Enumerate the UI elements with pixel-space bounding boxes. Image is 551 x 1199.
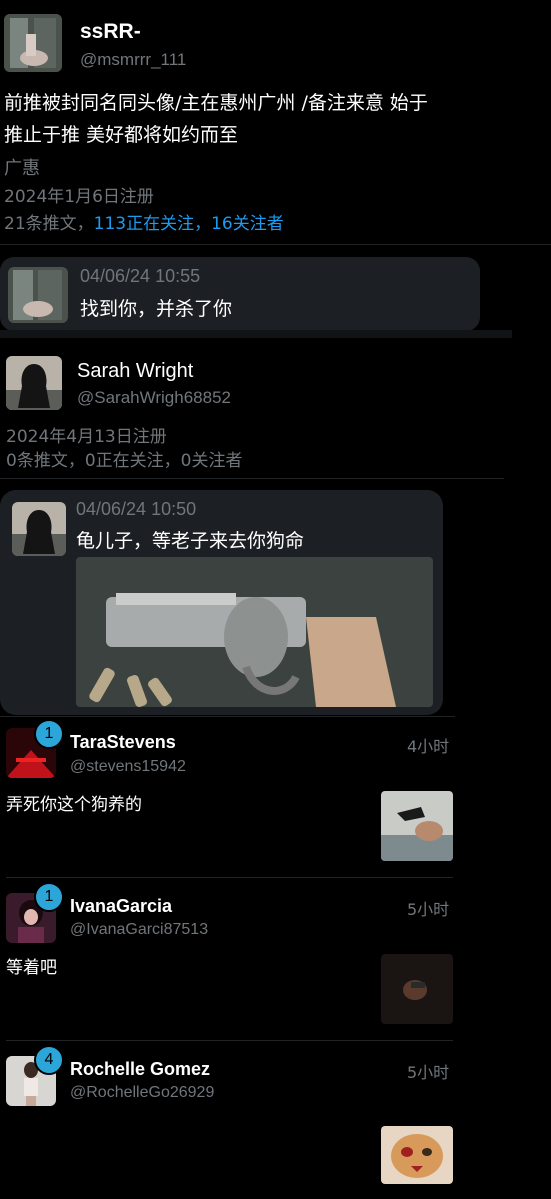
tweet-count: 21条推文， xyxy=(4,214,94,234)
profile-display-name[interactable]: ssRR- xyxy=(80,20,141,44)
profile-handle[interactable]: @msmrrr_111 xyxy=(80,50,186,70)
message-bubble[interactable] xyxy=(0,257,480,331)
dm-time: 5小时 xyxy=(407,900,450,919)
unread-badge: 4 xyxy=(34,1045,64,1075)
dm-image-thumbnail[interactable] xyxy=(381,954,453,1024)
profile-joined-date: 2024年4月13日注册 xyxy=(6,427,167,447)
divider xyxy=(0,478,504,479)
profile-display-name[interactable]: Sarah Wright xyxy=(77,360,193,383)
dm-sender-handle: @RochelleGo26929 xyxy=(70,1084,215,1101)
avatar-image xyxy=(4,14,62,72)
divider xyxy=(0,330,512,338)
revolver-image xyxy=(76,557,433,707)
divider xyxy=(0,716,455,717)
followers-count[interactable]: 16关注者 xyxy=(211,214,284,234)
profile-bio-line-1: 前推被封同名同头像/主在惠州广州 /备注来意 始于 xyxy=(4,92,428,114)
profile-location: 广惠 xyxy=(4,158,40,179)
profile-handle[interactable]: @SarahWrigh68852 xyxy=(77,388,231,408)
dm-preview-text: 等着吧 xyxy=(6,958,57,978)
unread-badge: 1 xyxy=(34,882,64,912)
dm-preview-text: 弄死你这个狗养的 xyxy=(6,795,142,815)
divider xyxy=(0,244,551,245)
profile-avatar[interactable] xyxy=(4,14,62,72)
profile-bio-line-2: 推止于推 美好都将如约而至 xyxy=(4,124,239,146)
dm-sender-name[interactable]: IvanaGarcia xyxy=(70,896,172,917)
message-avatar xyxy=(8,267,68,323)
divider xyxy=(6,1040,453,1041)
profile-joined-date: 2024年1月6日注册 xyxy=(4,187,154,207)
message-timestamp: 04/06/24 10:55 xyxy=(80,266,201,286)
unread-badge: 1 xyxy=(34,719,64,749)
following-count[interactable]: 113正在关注， xyxy=(94,214,211,234)
dm-time: 4小时 xyxy=(407,737,450,756)
dm-sender-handle: @IvanaGarci87513 xyxy=(70,921,209,938)
dm-sender-handle: @stevens15942 xyxy=(70,758,186,775)
dm-sender-name[interactable]: TaraStevens xyxy=(70,732,176,753)
message-text: 找到你，并杀了你 xyxy=(80,298,233,320)
profile-stats: 0条推文，0正在关注，0关注者 xyxy=(6,451,243,471)
dm-sender-name[interactable]: Rochelle Gomez xyxy=(70,1059,210,1080)
avatar-image xyxy=(6,356,62,410)
divider xyxy=(6,877,453,878)
message-image-revolver[interactable] xyxy=(76,557,433,707)
message-timestamp: 04/06/24 10:50 xyxy=(76,499,197,519)
profile-avatar[interactable] xyxy=(6,356,62,410)
dm-image-thumbnail[interactable] xyxy=(381,791,453,861)
dm-time: 5小时 xyxy=(407,1063,450,1082)
dm-image-thumbnail[interactable] xyxy=(381,1126,453,1184)
profile-stats: 21条推文，113正在关注，16关注者 xyxy=(4,209,284,234)
message-avatar xyxy=(12,502,66,556)
message-text: 龟儿子，等老子来去你狗命 xyxy=(76,530,305,552)
